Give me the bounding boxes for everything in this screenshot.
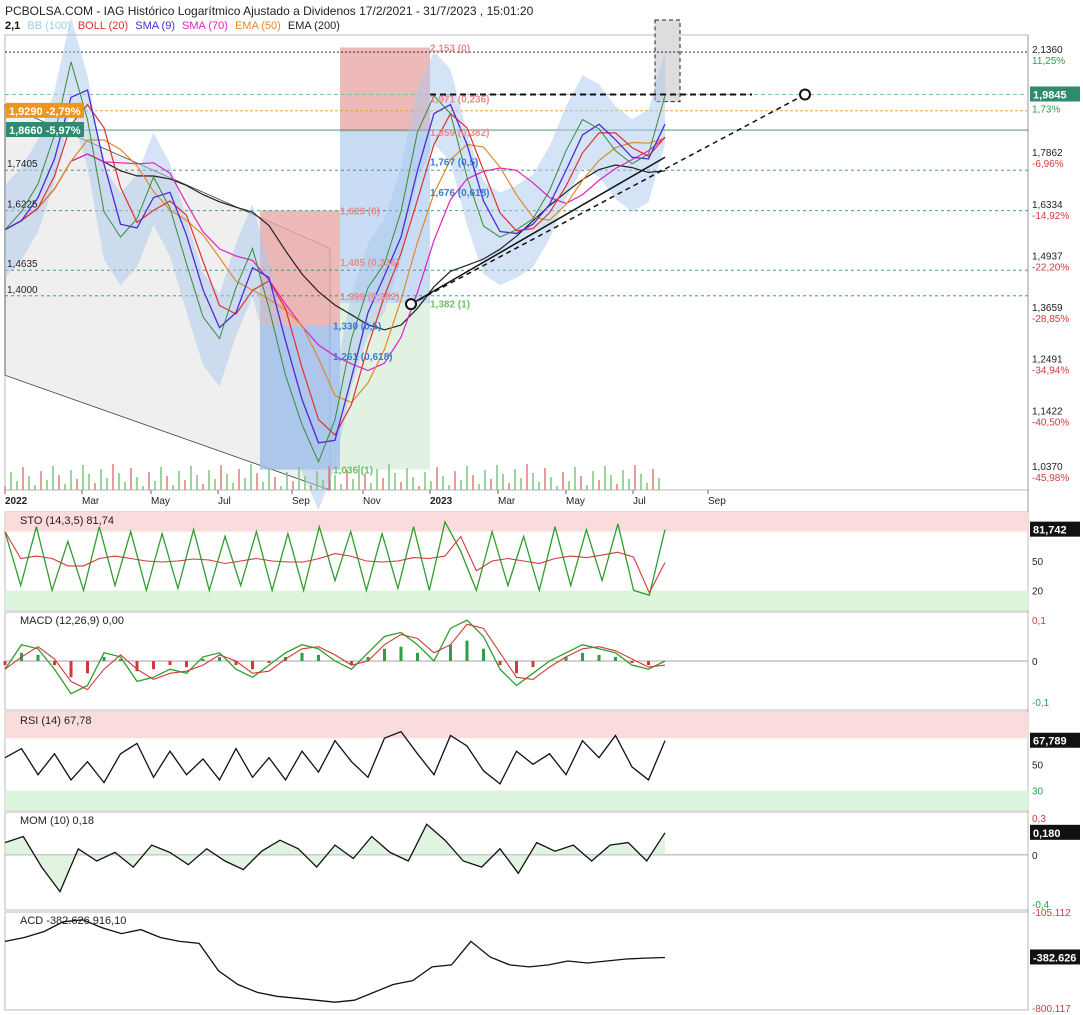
sto-panel-axis-label: 50 xyxy=(1032,557,1044,568)
x-tick-label: Mar xyxy=(82,496,100,507)
sto-panel-overbought-zone xyxy=(5,512,1028,532)
fib-label: 1,971 (0,236) xyxy=(430,94,490,105)
last-price-tag: 1,9845 xyxy=(1033,89,1067,101)
x-tick-label: Mar xyxy=(498,496,516,507)
macd-panel-axis-label: -0,1 xyxy=(1032,698,1050,709)
sto-panel-oversold-zone xyxy=(5,590,1028,610)
price-axis-pct: -22,20% xyxy=(1032,262,1069,273)
acd-panel-title: ACD -382.626.916,10 xyxy=(20,915,126,927)
price-axis-label: 2,1360 xyxy=(1032,45,1063,56)
chart-window: PCBOLSA.COM - IAG Histórico Logarítmico … xyxy=(0,0,1083,1015)
acd-panel-last-tag: -382.626 xyxy=(1033,952,1076,964)
sto-panel-title: STO (14,3,5) 81,74 xyxy=(20,515,114,527)
price-axis-label: 1,7862 xyxy=(1032,148,1063,159)
fib-label: 1,036 (1) xyxy=(333,466,373,477)
fib-label: 1,382 (1) xyxy=(430,299,470,310)
price-axis-pct: -45,98% xyxy=(1032,473,1069,484)
price-axis-label: 1,0370 xyxy=(1032,462,1063,473)
price-axis-pct: -34,94% xyxy=(1032,366,1069,377)
price-axis-pct: -6,96% xyxy=(1032,159,1064,170)
x-tick-label: Jul xyxy=(218,496,231,507)
last-price-pct: 1,73% xyxy=(1032,104,1060,115)
price-axis-pct: -14,92% xyxy=(1032,211,1069,222)
x-tick-label: Sep xyxy=(292,496,310,507)
price-axis-pct: -40,50% xyxy=(1032,417,1069,428)
x-tick-label: 2023 xyxy=(430,496,453,507)
price-axis-label: 1,2491 xyxy=(1032,355,1063,366)
level-label: 1,6225 xyxy=(7,200,38,211)
fib-label: 1,767 (0,5) xyxy=(430,157,478,168)
acd-panel-frame xyxy=(4,911,1029,1011)
mom-panel-axis-label: 0 xyxy=(1032,851,1038,862)
level-label: 1,4635 xyxy=(7,259,38,270)
mom-panel-axis-label: 0,3 xyxy=(1032,814,1046,825)
fib-label: 1,330 (0,5) xyxy=(333,321,381,332)
x-tick-label: May xyxy=(151,496,170,507)
x-tick-label: Nov xyxy=(363,496,381,507)
macd-panel-axis-label: 0 xyxy=(1032,657,1038,668)
rsi-panel-overbought-zone xyxy=(5,712,1028,739)
mom-panel-title: MOM (10) 0,18 xyxy=(20,815,94,827)
rsi-panel-axis-label: 50 xyxy=(1032,760,1044,771)
fib-label: 1,261 (0,618) xyxy=(333,352,393,363)
fib-label: 2,153 (0) xyxy=(430,43,470,54)
mom-panel-last-tag: 0,180 xyxy=(1033,828,1061,840)
sto-panel-axis-label: 20 xyxy=(1032,586,1044,597)
fib-label: 1,623 (0) xyxy=(340,207,380,218)
acd-panel-axis-label: -800.117 xyxy=(1032,1004,1071,1015)
orange-price-tag: 1,9290 -2,79% xyxy=(9,106,81,118)
green-price-tag: 1,8660 -5,97% xyxy=(9,125,81,137)
price-axis-pct: -28,85% xyxy=(1032,314,1069,325)
fib-label: 1,859 (0,382) xyxy=(430,128,490,139)
macd-panel-axis-label: 0,1 xyxy=(1032,616,1046,627)
trendline-anchor-end xyxy=(799,88,811,101)
rsi-panel-title: RSI (14) 67,78 xyxy=(20,715,92,727)
x-tick-label: 2022 xyxy=(5,496,28,507)
price-axis-label: 1,1422 xyxy=(1032,406,1063,417)
price-axis-label: 1,3659 xyxy=(1032,303,1063,314)
price-axis-pct: 11,25% xyxy=(1032,56,1065,67)
macd-panel-title: MACD (12,26,9) 0,00 xyxy=(20,615,124,627)
x-tick-label: Sep xyxy=(708,496,726,507)
x-tick-label: Jul xyxy=(633,496,646,507)
price-axis-label: 1,6334 xyxy=(1032,200,1063,211)
fib-label: 1,676 (0,618) xyxy=(430,188,490,199)
rsi-panel-oversold-zone xyxy=(5,790,1028,810)
level-label: 1,7405 xyxy=(7,159,38,170)
trendline-anchor-start xyxy=(405,298,417,311)
chart-canvas[interactable]: 2,153 (0) 1,971 (0,236) 1,859 (0,382) 1,767… xyxy=(0,0,1083,1015)
level-label: 1,4000 xyxy=(7,285,38,296)
price-axis-label: 1,4937 xyxy=(1032,251,1063,262)
acd-panel-axis-label: -105.112 xyxy=(1032,908,1071,919)
x-tick-label: May xyxy=(566,496,585,507)
rsi-panel-last-tag: 67,789 xyxy=(1033,736,1067,748)
sto-panel-last-tag: 81,742 xyxy=(1033,525,1067,537)
fib-label: 1,399 (0,382) xyxy=(340,292,400,303)
rsi-panel-axis-label: 30 xyxy=(1032,786,1044,797)
fib-label: 1,485 (0,236) xyxy=(340,258,400,269)
